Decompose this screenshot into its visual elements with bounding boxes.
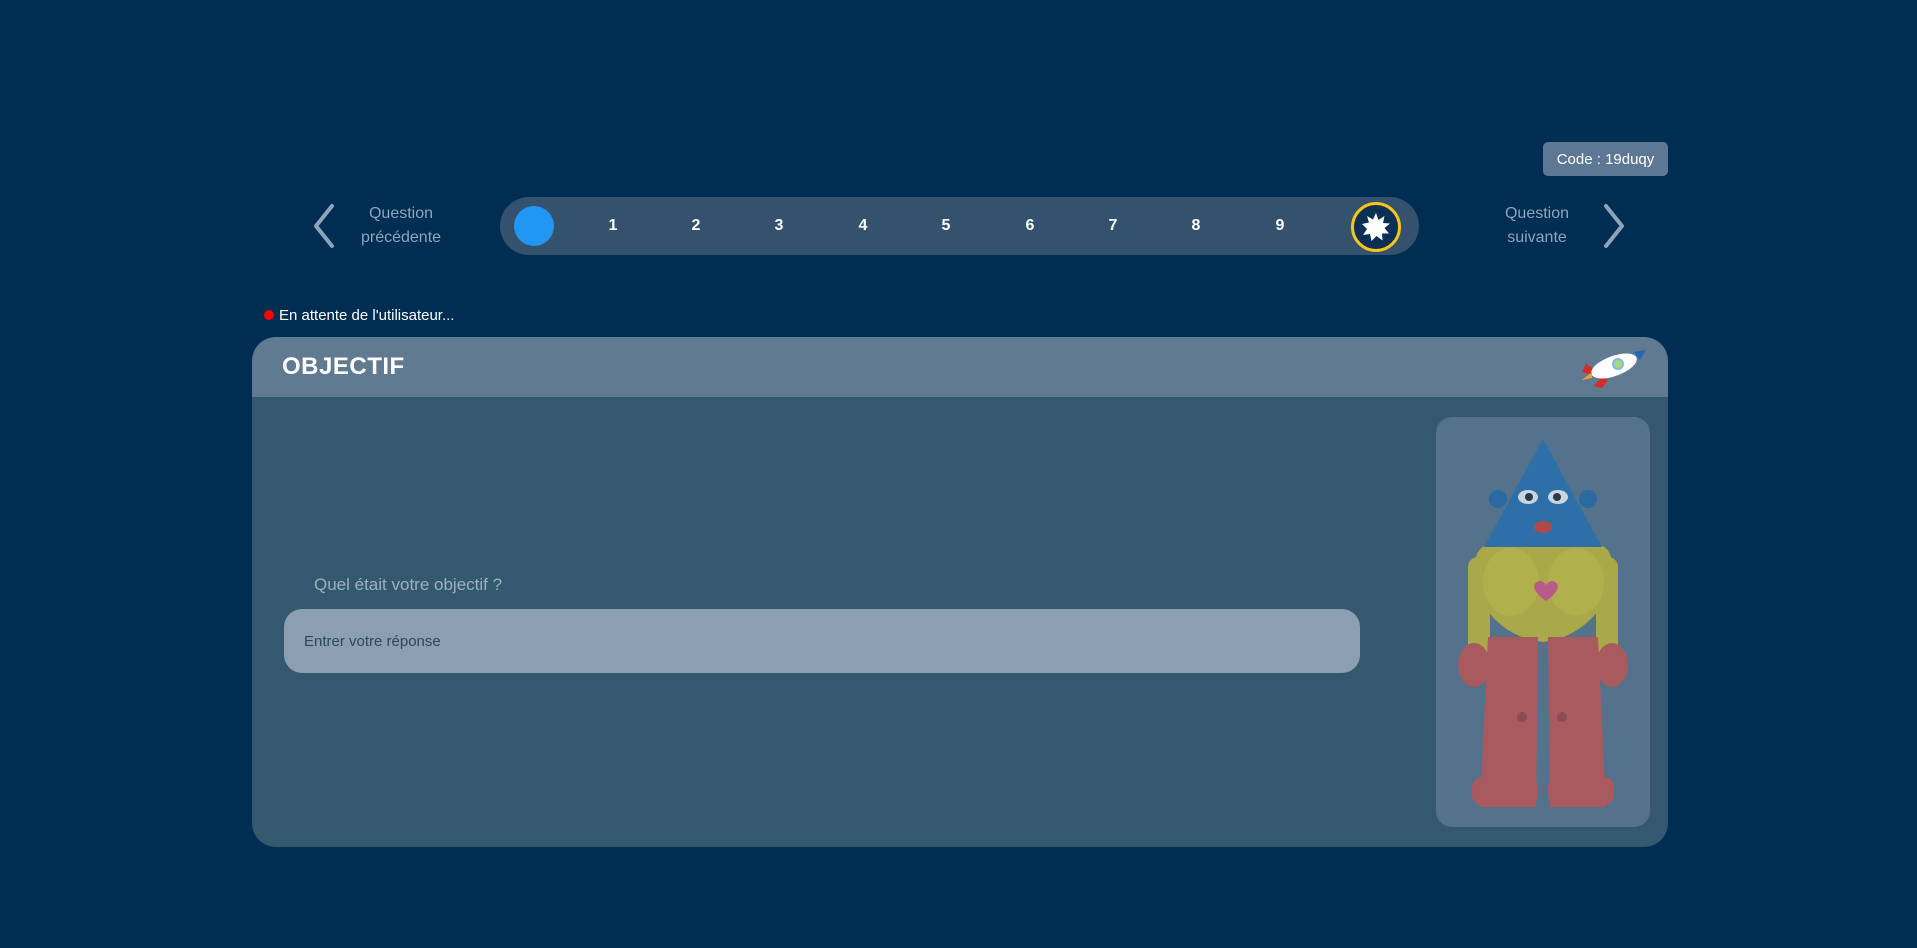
step-9[interactable]: 9 [1260,197,1300,255]
connection-status: En attente de l'utilisateur... [264,304,454,326]
previous-question-label: Question précédente [346,202,456,250]
step-6[interactable]: 6 [1010,197,1050,255]
answer-input[interactable] [284,609,1360,673]
card-title: OBJECTIF [282,353,405,380]
step-3[interactable]: 3 [759,197,799,255]
objective-card: OBJECTIF Quel était votre objectif ? [252,337,1668,847]
next-question-label: Question suivante [1482,202,1592,250]
step-4[interactable]: 4 [843,197,883,255]
previous-label-line1: Question [368,205,434,222]
question-progress-bar: 1 2 3 4 5 6 7 8 9 [500,197,1419,255]
chevron-left-icon [314,204,334,248]
status-text: En attente de l'utilisateur... [279,306,455,324]
step-2[interactable]: 2 [676,197,716,255]
starburst-icon [1362,213,1390,241]
step-8[interactable]: 8 [1176,197,1216,255]
page: Code : 19duqy Question précédente 1 2 3 … [0,0,1917,948]
status-dot-icon [264,310,274,320]
code-badge: Code : 19duqy [1543,142,1668,176]
current-step-indicator[interactable] [514,206,554,246]
step-1[interactable]: 1 [593,197,633,255]
rocket-icon [1582,350,1646,388]
step-7[interactable]: 7 [1093,197,1133,255]
question-label: Quel était votre objectif ? [314,575,503,594]
card-header: OBJECTIF [252,337,1668,397]
next-label-line1: Question [1504,205,1570,222]
step-5[interactable]: 5 [926,197,966,255]
next-label-line2: suivante [1507,229,1567,246]
chevron-right-icon [1604,204,1624,248]
next-question-button[interactable]: Question suivante [1482,198,1632,254]
previous-question-button[interactable]: Question précédente [306,198,456,254]
avatar-panel [1436,417,1650,827]
previous-label-line2: précédente [360,229,442,246]
final-step-button[interactable] [1351,202,1401,252]
robot-character-illustration [1458,439,1628,807]
